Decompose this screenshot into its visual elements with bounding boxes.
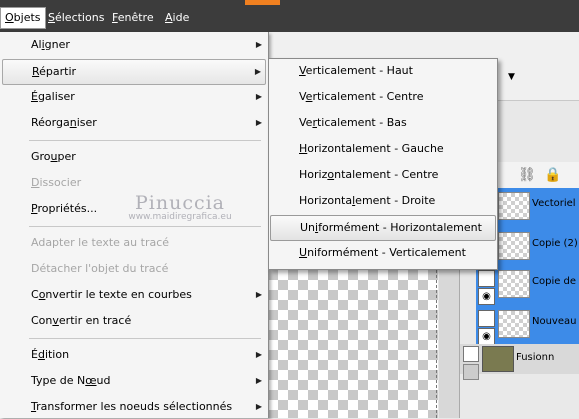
visibility-toggle[interactable] bbox=[478, 310, 495, 327]
menu-item-grouper[interactable]: Grouper bbox=[2, 145, 266, 169]
menu-item-egaliser[interactable]: Égaliser ▶ bbox=[2, 85, 266, 109]
submenu-item-horiz-centre[interactable]: Horizontalement - Centre bbox=[270, 163, 496, 187]
visibility-toggle[interactable] bbox=[463, 364, 479, 380]
layer-name: Fusionn bbox=[516, 352, 555, 363]
layer-row-fusion[interactable]: Fusionn bbox=[460, 344, 579, 380]
menu-item-detacher-objet: Détacher l'objet du tracé bbox=[2, 257, 266, 281]
menu-item-label: Répartir bbox=[32, 65, 77, 78]
submenu-arrow-icon: ▶ bbox=[255, 92, 262, 101]
layer-name: Copie de N bbox=[532, 276, 579, 287]
submenu-item-label: Verticalement - Centre bbox=[299, 90, 424, 103]
submenu-item-vert-bas[interactable]: Verticalement - Bas bbox=[270, 111, 496, 135]
submenu-item-label: Verticalement - Bas bbox=[299, 116, 407, 129]
submenu-arrow-icon: ▶ bbox=[255, 376, 262, 385]
menu-selections[interactable]: Sélections bbox=[44, 8, 108, 28]
menu-item-dissocier: Dissocier bbox=[2, 171, 266, 195]
submenu-arrow-icon: ▶ bbox=[254, 67, 261, 76]
submenu-item-label: Horizontalement - Droite bbox=[299, 194, 436, 207]
submenu-item-uniform-vert[interactable]: Uniformément - Verticalement bbox=[270, 241, 496, 265]
menu-item-convertir-trace[interactable]: Convertir en tracé bbox=[2, 309, 266, 333]
menu-item-label: Détacher l'objet du tracé bbox=[31, 262, 169, 275]
submenu-item-vert-haut[interactable]: Verticalement - Haut bbox=[270, 59, 496, 83]
submenu-item-label: Verticalement - Haut bbox=[299, 64, 413, 77]
menu-item-repartir[interactable]: Répartir ▶ bbox=[2, 59, 266, 85]
menubar: Objets Sélections Fenêtre Aide bbox=[0, 0, 579, 32]
submenu-arrow-icon: ▶ bbox=[255, 290, 262, 299]
menu-separator bbox=[29, 140, 261, 141]
menu-item-label: Type de Nœud bbox=[31, 374, 111, 387]
menu-item-label: Adapter le texte au tracé bbox=[31, 236, 170, 249]
layer-row[interactable]: ◉ Copie de N bbox=[476, 270, 579, 305]
layer-thumbnail bbox=[498, 310, 530, 338]
layer-thumbnail bbox=[482, 346, 514, 372]
dropdown-caret-icon[interactable]: ▼ bbox=[508, 72, 515, 82]
menu-item-label: Propriétés... bbox=[31, 202, 98, 215]
menu-item-convertir-courbes[interactable]: Convertir le texte en courbes ▶ bbox=[2, 283, 266, 307]
menu-item-label: Transformer les noeuds sélectionnés bbox=[31, 400, 233, 413]
layer-name: Nouveau re bbox=[532, 316, 579, 327]
submenu-item-label: Horizontalement - Centre bbox=[299, 168, 439, 181]
layer-name: Copie (2) su bbox=[532, 238, 579, 249]
menu-item-reorganiser[interactable]: Réorganiser ▶ bbox=[2, 111, 266, 135]
submenu-item-label: Horizontalement - Gauche bbox=[299, 142, 444, 155]
layer-name: Vectoriel 1 bbox=[532, 198, 579, 209]
submenu-item-horiz-gauche[interactable]: Horizontalement - Gauche bbox=[270, 137, 496, 161]
submenu-item-vert-centre[interactable]: Verticalement - Centre bbox=[270, 85, 496, 109]
layer-thumbnail bbox=[498, 192, 530, 220]
submenu-item-uniform-horiz[interactable]: Uniformément - Horizontalement bbox=[270, 215, 496, 241]
lock-icon[interactable]: 🔒 bbox=[544, 166, 562, 184]
menu-item-type-noeud[interactable]: Type de Nœud ▶ bbox=[2, 369, 266, 393]
menu-item-label: Aligner bbox=[31, 38, 70, 51]
menu-item-proprietes[interactable]: Propriétés... bbox=[2, 197, 266, 221]
menu-item-adapter-texte: Adapter le texte au tracé bbox=[2, 231, 266, 255]
menu-separator bbox=[29, 226, 261, 227]
objets-menu: Aligner ▶ Répartir ▶ Égaliser ▶ Réorganiser… bbox=[0, 32, 269, 418]
link-icon[interactable]: ⛓ bbox=[518, 166, 536, 184]
menu-fenetre[interactable]: Fenêtre bbox=[108, 8, 158, 28]
menu-objets[interactable]: Objets bbox=[0, 7, 46, 29]
menu-item-label: Réorganiser bbox=[31, 116, 97, 129]
menu-aide[interactable]: Aide bbox=[161, 8, 193, 28]
menu-separator bbox=[29, 338, 261, 339]
layer-type-icon bbox=[463, 346, 479, 362]
repartir-submenu: Verticalement - Haut Verticalement - Cen… bbox=[268, 58, 498, 270]
submenu-item-label: Uniformément - Verticalement bbox=[299, 246, 466, 259]
menu-item-label: Convertir en tracé bbox=[31, 314, 132, 327]
menu-item-label: Édition bbox=[31, 348, 70, 361]
menu-item-aligner[interactable]: Aligner ▶ bbox=[2, 33, 266, 57]
layer-thumbnail bbox=[498, 232, 530, 260]
menu-item-transformer-noeuds[interactable]: Transformer les noeuds sélectionnés ▶ bbox=[2, 395, 266, 419]
submenu-item-horiz-droite[interactable]: Horizontalement - Droite bbox=[270, 189, 496, 213]
submenu-arrow-icon: ▶ bbox=[255, 118, 262, 127]
submenu-arrow-icon: ▶ bbox=[255, 40, 262, 49]
visibility-toggle[interactable] bbox=[478, 270, 495, 287]
accent-strip bbox=[245, 0, 280, 5]
menu-item-label: Égaliser bbox=[31, 90, 75, 103]
submenu-arrow-icon: ▶ bbox=[255, 402, 262, 411]
submenu-arrow-icon: ▶ bbox=[255, 350, 262, 359]
menu-item-edition[interactable]: Édition ▶ bbox=[2, 343, 266, 367]
layer-row[interactable]: ◉ Nouveau re bbox=[476, 310, 579, 345]
eye-icon[interactable]: ◉ bbox=[478, 328, 495, 345]
eye-icon[interactable]: ◉ bbox=[478, 288, 495, 305]
menu-item-label: Dissocier bbox=[31, 176, 82, 189]
menu-item-label: Grouper bbox=[31, 150, 76, 163]
layer-thumbnail bbox=[498, 270, 530, 298]
submenu-item-label: Uniformément - Horizontalement bbox=[300, 221, 482, 234]
menu-item-label: Convertir le texte en courbes bbox=[31, 288, 192, 301]
